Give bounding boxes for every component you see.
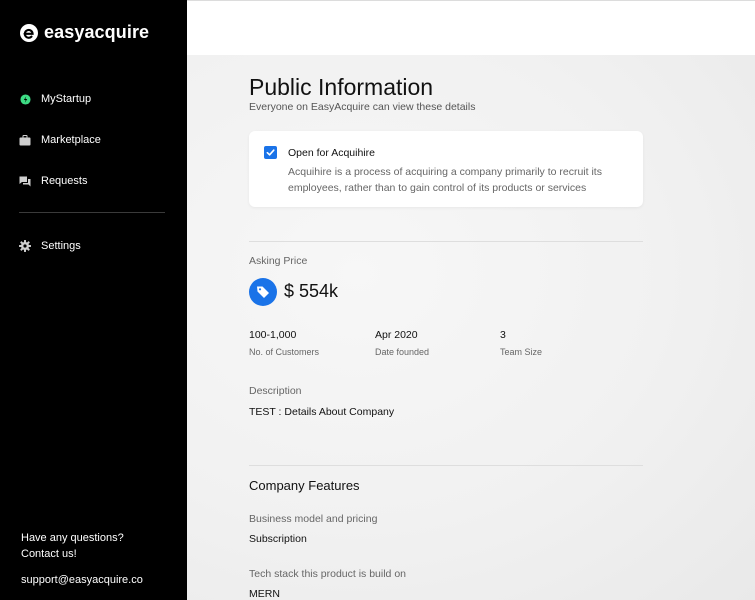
section-divider xyxy=(249,241,643,242)
chat-icon xyxy=(19,175,31,187)
business-model-value: Subscription xyxy=(249,533,307,545)
sidebar-item-label: MyStartup xyxy=(41,93,92,105)
brand-name: easyacquire xyxy=(44,22,150,42)
briefcase-icon xyxy=(19,134,31,146)
support-email-link[interactable]: support@easyacquire.co xyxy=(21,574,143,586)
asking-price-label: Asking Price xyxy=(249,255,308,267)
acquihire-label[interactable]: Open for Acquihire xyxy=(288,147,375,159)
acquihire-description: Acquihire is a process of acquiring a co… xyxy=(288,166,602,194)
price-tag-icon xyxy=(249,278,277,306)
acquihire-checkbox[interactable] xyxy=(264,146,277,159)
brand-logo[interactable]: easyacquire xyxy=(19,22,149,43)
help-text: Have any questions? Contact us! xyxy=(21,531,124,562)
sidebar-item-mystartup[interactable]: MyStartup xyxy=(19,93,91,105)
sidebar-item-requests[interactable]: Requests xyxy=(19,175,87,187)
stat-value: 3 xyxy=(500,329,506,341)
top-bar xyxy=(187,0,755,55)
help-question: Have any questions? xyxy=(21,532,124,544)
stat-label: Date founded xyxy=(375,347,430,357)
easyacquire-logo-icon xyxy=(20,23,38,42)
sidebar-item-label: Marketplace xyxy=(41,134,101,146)
leaf-icon xyxy=(19,93,31,105)
business-model-label: Business model and pricing xyxy=(249,513,378,525)
sidebar-divider xyxy=(19,212,165,213)
checkmark-icon xyxy=(266,149,275,156)
section-divider xyxy=(249,465,643,466)
help-contact: Contact us! xyxy=(21,547,77,560)
page-subtitle: Everyone on EasyAcquire can view these d… xyxy=(249,101,476,113)
acquihire-card: Open for Acquihire Acquihire is a proces… xyxy=(249,131,643,207)
stat-label: No. of Customers xyxy=(249,347,320,357)
sidebar-item-marketplace[interactable]: Marketplace xyxy=(19,134,101,146)
gear-icon xyxy=(19,240,31,252)
tech-stack-value: MERN xyxy=(249,588,280,600)
sidebar-item-label: Requests xyxy=(41,175,88,187)
stat-date-founded: Apr 2020 Date founded xyxy=(375,329,429,357)
sidebar-item-settings[interactable]: Settings xyxy=(19,240,81,252)
main-content: Public Information Everyone on EasyAcqui… xyxy=(187,55,755,600)
stat-team-size: 3 Team Size xyxy=(500,329,542,357)
asking-price-value: $ 554k xyxy=(284,281,339,301)
stat-value: Apr 2020 xyxy=(375,329,418,341)
stat-customers: 100-1,000 No. of Customers xyxy=(249,329,319,357)
company-features-title: Company Features xyxy=(249,478,360,493)
description-value: TEST : Details About Company xyxy=(249,406,395,418)
sidebar-item-label: Settings xyxy=(41,240,81,252)
sidebar: easyacquire MyStartup Marketplace Reques… xyxy=(0,0,187,600)
stat-label: Team Size xyxy=(500,347,543,357)
page-title: Public Information xyxy=(249,74,434,100)
description-label: Description xyxy=(249,385,302,397)
stat-value: 100-1,000 xyxy=(249,329,297,341)
tech-stack-label: Tech stack this product is build on xyxy=(249,568,406,580)
